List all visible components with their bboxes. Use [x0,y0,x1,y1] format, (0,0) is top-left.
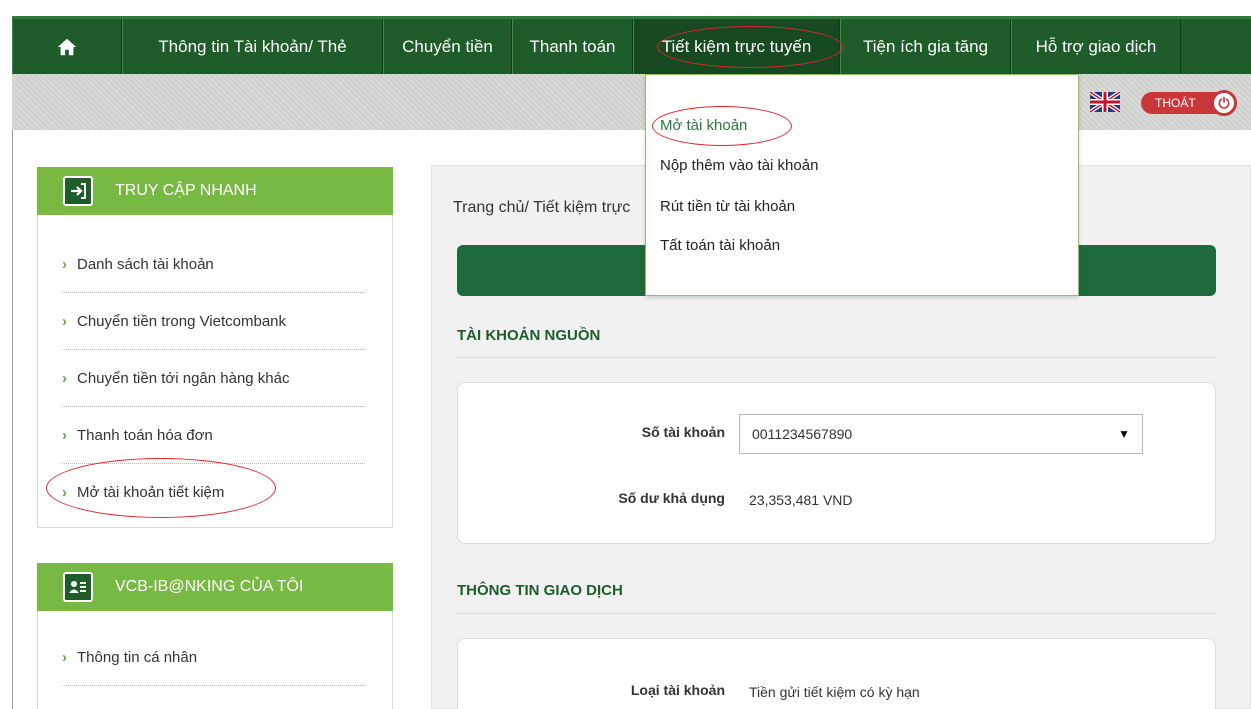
sidebar-item-personal-info[interactable]: › Thông tin cá nhân [62,629,365,686]
menu-item-open-account[interactable]: Mở tài khoản [660,117,747,134]
my-ibanking-title: VCB-IB@NKING CỦA TÔI [115,578,304,595]
sidebar-item-open-savings[interactable]: › Mở tài khoản tiết kiệm [62,464,365,521]
breadcrumb[interactable]: Trang chủ/ Tiết kiệm trực [453,199,630,217]
my-ibanking-header: VCB-IB@NKING CỦA TÔI [37,563,393,611]
frame-border [12,130,13,709]
source-account-card [457,382,1216,544]
chevron-right-icon: › [62,426,67,444]
chevron-right-icon: › [62,255,67,273]
sign-in-icon [63,176,93,206]
menu-item-deposit-more[interactable]: Nộp thêm vào tài khoản [660,157,818,174]
menu-item-withdraw[interactable]: Rút tiền từ tài khoản [660,198,795,215]
chevron-right-icon: › [62,369,67,387]
savings-dropdown-menu: Mở tài khoản Nộp thêm vào tài khoản Rút … [645,74,1079,296]
sidebar-item-label: Thông tin cá nhân [77,648,198,666]
chevron-right-icon: › [62,484,67,501]
quick-access-header: TRUY CẬP NHANH [37,167,393,215]
nav-payment[interactable]: Thanh toán [512,19,633,74]
available-balance-label: Số dư khả dụng [618,490,725,506]
chevron-right-icon: › [62,312,67,330]
top-navigation: Thông tin Tài khoản/ Thẻ Chuyển tiền Tha… [0,0,1251,74]
logout-label: THOÁT [1155,96,1196,110]
caret-down-icon: ▼ [1118,427,1130,441]
account-number-value: 0011234567890 [752,426,853,442]
chevron-right-icon: › [62,648,67,666]
uk-flag-icon[interactable] [1090,92,1120,112]
account-type-value: Tiền gửi tiết kiệm có kỳ hạn [749,684,920,700]
sidebar-item-account-list[interactable]: › Danh sách tài khoản [62,236,365,293]
menu-item-close-account[interactable]: Tất toán tài khoản [660,237,780,254]
account-number-select[interactable]: 0011234567890 ▼ [739,414,1143,454]
nav-transfer[interactable]: Chuyển tiền [383,19,512,74]
power-icon: ⏻ [1211,90,1237,116]
transaction-info-title: THÔNG TIN GIAO DỊCH [457,582,623,599]
account-number-label: Số tài khoản [641,424,725,440]
sidebar-item-external-transfer[interactable]: › Chuyển tiền tới ngân hàng khác [62,350,365,407]
nav-support[interactable]: Hỗ trợ giao dịch [1011,19,1181,74]
nav-value-added[interactable]: Tiện ích gia tăng [840,19,1011,74]
source-account-title: TÀI KHOẢN NGUỒN [457,327,601,344]
my-ibanking-list: › Thông tin cá nhân [37,611,393,709]
nav-home[interactable] [12,19,122,74]
divider [457,357,1216,358]
sidebar-item-label: Thanh toán hóa đơn [77,426,213,444]
quick-access-title: TRUY CẬP NHANH [115,182,257,199]
available-balance-value: 23,353,481 VND [749,492,853,508]
home-icon [57,38,77,55]
sidebar-item-internal-transfer[interactable]: › Chuyển tiền trong Vietcombank [62,293,365,350]
account-type-label: Loại tài khoản [630,682,725,698]
sidebar-item-label: Chuyển tiền tới ngân hàng khác [77,369,290,387]
sidebar-item-label: Danh sách tài khoản [77,255,214,273]
sidebar-item-label: Mở tài khoản tiết kiệm [77,484,225,501]
sidebar-item-bill-payment[interactable]: › Thanh toán hóa đơn [62,407,365,464]
nav-online-savings[interactable]: Tiết kiệm trực tuyến [633,19,840,74]
quick-access-list: › Danh sách tài khoản › Chuyển tiền trong … [37,215,393,528]
user-card-icon [63,572,93,602]
sidebar-item-label: Chuyển tiền trong Vietcombank [77,312,287,330]
logout-button[interactable]: THOÁT ⏻ [1141,90,1237,116]
main-menu-bar: Thông tin Tài khoản/ Thẻ Chuyển tiền Tha… [12,16,1251,74]
nav-account-card[interactable]: Thông tin Tài khoản/ Thẻ [122,19,383,74]
divider [457,613,1216,614]
